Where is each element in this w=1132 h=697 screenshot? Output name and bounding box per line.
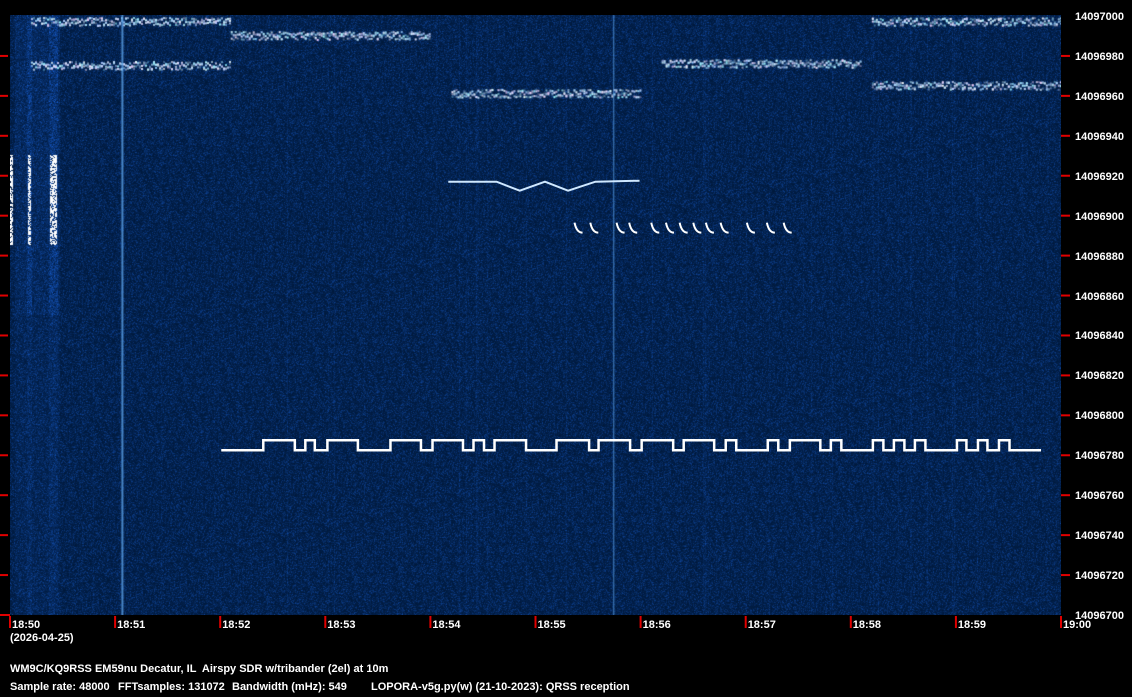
y-tick-left [0,294,8,297]
y-tick-left [0,414,8,417]
y-tick-label: 14096740 [1075,530,1124,543]
y-tick-right [1061,374,1070,377]
hook-signal-mark [745,222,756,234]
hook-signal-mark [664,222,675,234]
hook-signal-mark [782,222,792,234]
spectrogram-overlay [0,54,1070,628]
x-tick [744,616,747,628]
x-tick [954,616,957,628]
x-tick-label: 18:53 [327,619,356,631]
y-tick-left [0,254,8,257]
x-tick-label: 18:51 [117,619,146,631]
y-tick-right [1061,294,1070,297]
x-tick [639,616,642,628]
y-tick-right [1061,414,1070,417]
y-tick-label: 14096900 [1075,210,1124,223]
y-tick-left [0,534,8,537]
bandwidth: Bandwidth (mHz): 549 [232,681,347,693]
y-tick-right [1061,254,1070,257]
x-tick-label: 18:59 [957,619,987,631]
hook-signal-mark [719,222,729,234]
y-tick-left [0,54,8,57]
x-tick [324,616,327,628]
y-tick-label: 14096960 [1075,90,1124,103]
y-tick-label: 14096880 [1075,250,1124,263]
hook-signal-mark [628,222,638,234]
x-tick-label: 18:54 [432,619,461,631]
hook-signal-mark [615,222,625,234]
y-tick-label: 14096840 [1075,330,1124,343]
y-tick-right [1061,334,1070,337]
x-tick-label: 18:58 [852,619,881,631]
y-tick-right [1061,174,1070,177]
x-tick [9,616,11,628]
x-tick [219,616,222,628]
y-tick-right [1061,214,1070,217]
x-tick [429,616,432,628]
y-tick-left [0,494,8,497]
y-tick-left [0,374,8,377]
fsk-signal-trace [221,439,1042,452]
y-tick-label: 14096940 [1075,130,1124,143]
x-tick-label: 18:52 [222,619,251,631]
y-tick-left [0,134,8,137]
y-tick-label: 14096980 [1075,50,1124,63]
hook-signal-mark [573,222,583,234]
y-tick-left [0,334,8,337]
y-tick-right [1061,574,1070,577]
y-tick-left [0,214,8,217]
y-tick-label: 14096860 [1075,290,1124,303]
y-tick-label: 14096800 [1075,410,1124,423]
x-tick [849,616,852,628]
y-tick-label: 14096920 [1075,170,1124,183]
y-tick-left [0,174,8,177]
y-tick-label: 14096820 [1075,370,1124,383]
station-info: WM9C/KQ9RSS EM59nu Decatur, IL Airspy SD… [10,663,389,675]
y-tick-left [0,454,8,457]
software-info: LOPORA-v5g.py(w) (21-10-2023): QRSS rece… [371,681,630,693]
y-tick-label: 14097000 [1075,11,1124,23]
x-tick-label: 19:00 [1063,619,1092,631]
y-tick-right [1061,134,1070,137]
y-tick-left [0,94,8,97]
hook-signal-mark [765,222,775,234]
y-tick-right [1061,534,1070,537]
hook-signal-mark [692,222,702,234]
v-signal-trace [448,179,640,192]
x-tick [114,616,117,628]
sample-rate: Sample rate: 48000 [10,681,110,693]
y-tick-label: 14096780 [1075,450,1124,463]
x-tick-label: 18:55 [537,619,566,631]
x-tick [534,616,537,628]
waterfall-display: 14097000 14096980 14096960 14096940 14096920… [0,0,1132,697]
date-label: (2026-04-25) [10,632,74,644]
y-tick-left [0,614,10,616]
x-tick-label: 18:57 [747,619,776,631]
x-tick [1060,616,1062,628]
fft-samples: FFTsamples: 131072 [118,681,225,693]
y-tick-label: 14096760 [1075,490,1124,503]
y-tick-right [1061,494,1070,497]
y-tick-label: 14096720 [1075,570,1124,583]
hook-signal-mark [704,222,715,234]
hook-signal-mark [589,222,599,234]
x-tick-label: 18:56 [642,619,671,631]
y-tick-right [1061,54,1070,57]
y-tick-right [1061,94,1070,97]
x-tick-label: 18:50 [12,619,41,631]
hook-signal-mark [650,222,660,234]
hook-signal-mark [678,222,688,234]
y-tick-right [1061,454,1070,457]
y-tick-left [0,574,8,577]
